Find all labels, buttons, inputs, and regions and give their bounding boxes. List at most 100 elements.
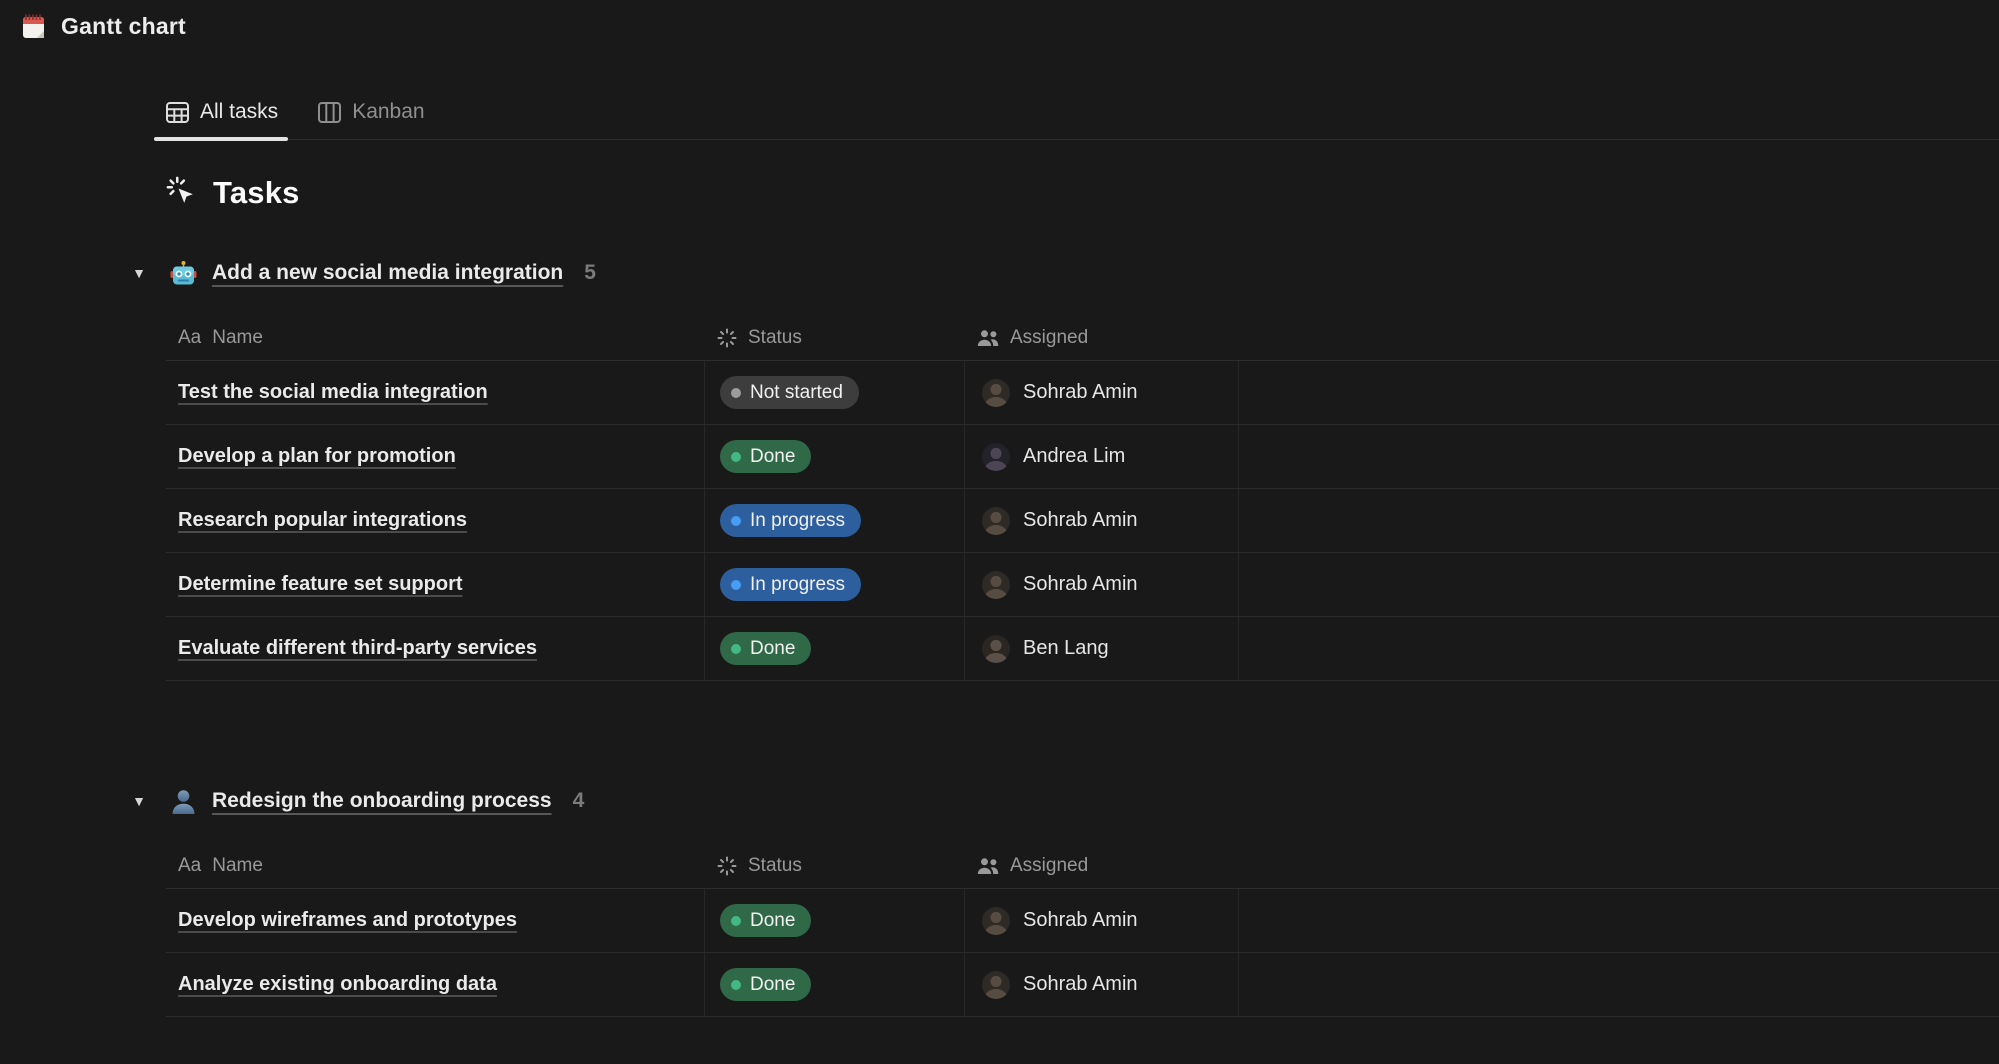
status-cell[interactable]: Done [705, 425, 965, 488]
status-cell[interactable]: Done [705, 617, 965, 680]
group-count: 4 [573, 789, 585, 813]
tab-kanban[interactable]: Kanban [318, 100, 424, 139]
collection-title-text[interactable]: Tasks [213, 175, 300, 211]
status-burst-icon [717, 856, 737, 876]
task-name-link[interactable]: Test the social media integration [178, 381, 488, 404]
status-label: Done [750, 974, 795, 996]
group-title-link[interactable]: Redesign the onboarding process [212, 789, 552, 813]
name-cell: Develop wireframes and prototypes [166, 889, 705, 952]
group-emoji [170, 260, 197, 287]
tab-label: Kanban [352, 100, 424, 124]
status-badge[interactable]: Done [720, 440, 811, 473]
status-cell[interactable]: In progress [705, 489, 965, 552]
tab-label: All tasks [200, 100, 278, 124]
group-collapse-toggle[interactable]: ▼ [128, 793, 150, 809]
table-header-row: Aa Name Status [166, 843, 1999, 889]
status-badge[interactable]: In progress [720, 504, 861, 537]
status-cell[interactable]: In progress [705, 553, 965, 616]
text-icon: Aa [178, 855, 201, 877]
assignee-name: Sohrab Amin [1023, 509, 1138, 532]
status-badge[interactable]: Done [720, 632, 811, 665]
assigned-cell[interactable]: Andrea Lim [965, 425, 1239, 488]
column-label: Name [212, 855, 263, 877]
table-header-row: Aa Name Status [166, 315, 1999, 361]
column-label: Status [748, 855, 802, 877]
task-name-link[interactable]: Develop wireframes and prototypes [178, 909, 517, 932]
status-label: In progress [750, 574, 845, 596]
status-badge[interactable]: In progress [720, 568, 861, 601]
group-title-link[interactable]: Add a new social media integration [212, 261, 563, 285]
empty-cell [1239, 489, 1999, 552]
status-dot-icon [731, 516, 741, 526]
table-row: Evaluate different third-party services … [166, 617, 1999, 681]
assigned-cell[interactable]: Sohrab Amin [965, 361, 1239, 424]
avatar [982, 635, 1010, 663]
assigned-cell[interactable]: Ben Lang [965, 617, 1239, 680]
column-header-assigned[interactable]: Assigned [965, 855, 1239, 877]
group-header: ▼ Redesign the onboarding process 4 [128, 785, 1999, 817]
board-view-icon [318, 102, 341, 123]
group-collapse-toggle[interactable]: ▼ [128, 265, 150, 281]
column-header-name[interactable]: Aa Name [166, 327, 705, 349]
status-dot-icon [731, 980, 741, 990]
collection-title: Tasks [166, 173, 1999, 213]
assigned-cell[interactable]: Sohrab Amin [965, 889, 1239, 952]
empty-cell [1239, 553, 1999, 616]
page-header: Gantt chart [0, 0, 1999, 42]
status-dot-icon [731, 644, 741, 654]
status-burst-icon [717, 328, 737, 348]
column-header-name[interactable]: Aa Name [166, 855, 705, 877]
status-badge[interactable]: Not started [720, 376, 859, 409]
status-dot-icon [731, 388, 741, 398]
table-view-icon [166, 102, 189, 123]
empty-cell [1239, 889, 1999, 952]
tasks-table: Aa Name Status [166, 315, 1999, 681]
avatar [982, 507, 1010, 535]
column-header-status[interactable]: Status [705, 855, 965, 877]
task-name-link[interactable]: Analyze existing onboarding data [178, 973, 497, 996]
status-badge[interactable]: Done [720, 904, 811, 937]
status-dot-icon [731, 916, 741, 926]
assignee-name: Andrea Lim [1023, 445, 1125, 468]
groups-container: ▼ Add a new social media integration 5 A… [166, 257, 1999, 1017]
task-name-link[interactable]: Determine feature set support [178, 573, 463, 596]
people-icon [977, 857, 999, 875]
assigned-cell[interactable]: Sohrab Amin [965, 489, 1239, 552]
name-cell: Research popular integrations [166, 489, 705, 552]
status-cell[interactable]: Not started [705, 361, 965, 424]
status-badge[interactable]: Done [720, 968, 811, 1001]
avatar [982, 571, 1010, 599]
status-cell[interactable]: Done [705, 953, 965, 1016]
task-group: ▼ Add a new social media integration 5 A… [166, 257, 1999, 681]
status-label: In progress [750, 510, 845, 532]
column-label: Status [748, 327, 802, 349]
name-cell: Evaluate different third-party services [166, 617, 705, 680]
assignee-name: Sohrab Amin [1023, 973, 1138, 996]
column-header-assigned[interactable]: Assigned [965, 327, 1239, 349]
tab-all-tasks[interactable]: All tasks [166, 100, 278, 139]
click-icon [166, 176, 196, 211]
assignee-name: Sohrab Amin [1023, 381, 1138, 404]
task-name-link[interactable]: Evaluate different third-party services [178, 637, 537, 660]
task-name-link[interactable]: Develop a plan for promotion [178, 445, 456, 468]
status-dot-icon [731, 452, 741, 462]
assignee-name: Ben Lang [1023, 637, 1109, 660]
avatar [982, 379, 1010, 407]
name-cell: Determine feature set support [166, 553, 705, 616]
status-label: Done [750, 910, 795, 932]
page-title[interactable]: Gantt chart [61, 13, 186, 40]
table-row: Determine feature set support In progres… [166, 553, 1999, 617]
status-cell[interactable]: Done [705, 889, 965, 952]
assigned-cell[interactable]: Sohrab Amin [965, 553, 1239, 616]
table-row: Research popular integrations In progres… [166, 489, 1999, 553]
table-rows: Test the social media integration Not st… [166, 361, 1999, 681]
table-rows: Develop wireframes and prototypes Done S… [166, 889, 1999, 1017]
column-header-status[interactable]: Status [705, 327, 965, 349]
column-label: Assigned [1010, 855, 1088, 877]
spiral-calendar-icon [20, 13, 47, 40]
text-icon: Aa [178, 327, 201, 349]
assigned-cell[interactable]: Sohrab Amin [965, 953, 1239, 1016]
task-name-link[interactable]: Research popular integrations [178, 509, 467, 532]
people-icon [977, 329, 999, 347]
name-cell: Develop a plan for promotion [166, 425, 705, 488]
